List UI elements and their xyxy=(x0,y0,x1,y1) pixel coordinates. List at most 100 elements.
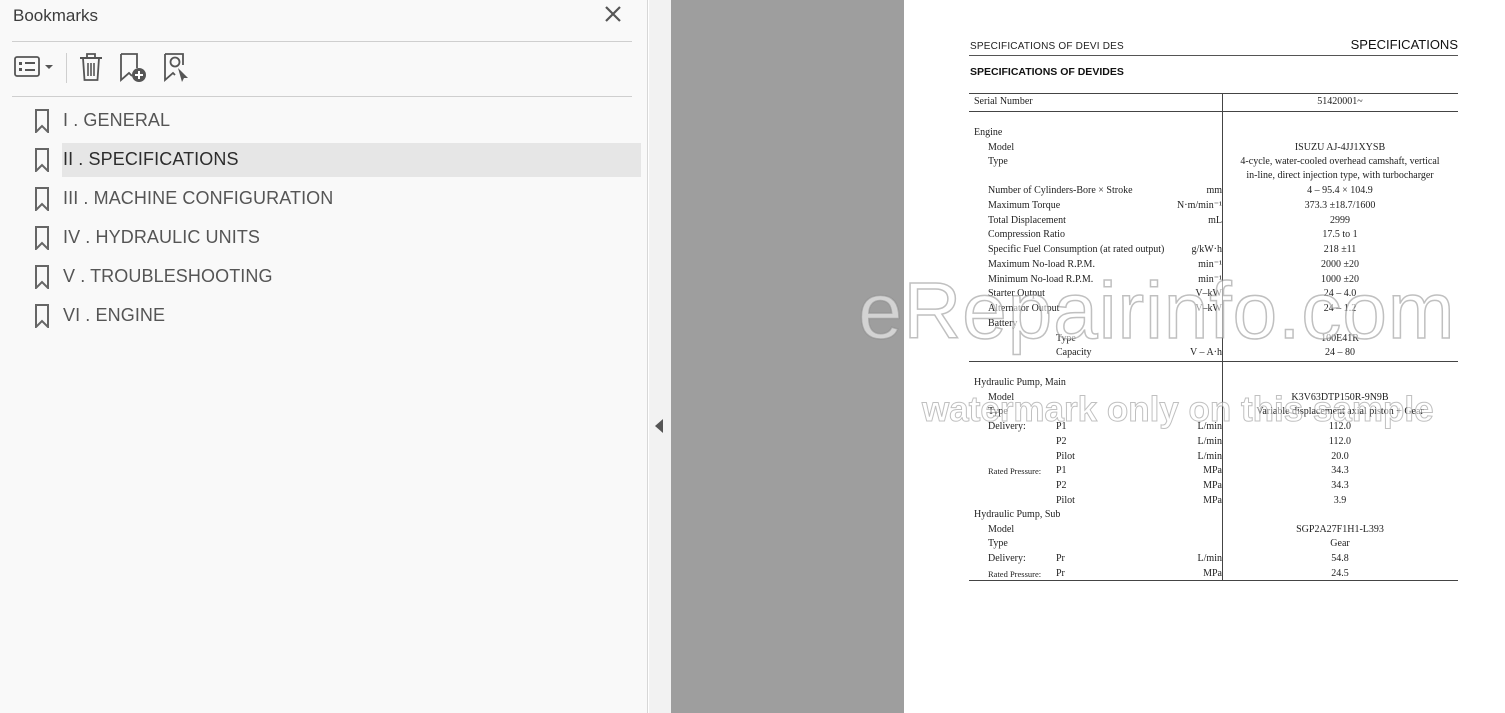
engine-type-value-2: in-line, direct injection type, with tur… xyxy=(1246,170,1434,181)
spec-label: Number of Cylinders-Bore × Stroke xyxy=(988,185,1133,196)
sub-pump-pressure-sub: Pr xyxy=(1056,568,1065,579)
spec-label: Specific Fuel Consumption (at rated outp… xyxy=(988,244,1165,255)
spec-unit: L/min xyxy=(1197,450,1222,462)
serial-value: 51420001~ xyxy=(1317,96,1363,107)
engine-spec-row: Maximum Torque N·m/min⁻¹ 373.3 ±18.7/1600 xyxy=(969,200,1458,214)
divider xyxy=(12,96,632,97)
bookmarks-panel: Bookmarks I . GENERAL II . SPECIFICATION… xyxy=(0,0,648,713)
find-current-bookmark-icon[interactable] xyxy=(161,51,193,83)
bookmark-icon xyxy=(34,187,50,216)
main-pump-pressure-row: P2 MPa 34.3 xyxy=(969,480,1458,494)
bookmark-icon xyxy=(34,109,50,138)
sub-pump-type-value: Gear xyxy=(1330,538,1350,549)
sub-pump-delivery-label: Delivery: xyxy=(988,553,1026,564)
main-pump-pressure-row: Pilot MPa 3.9 xyxy=(969,495,1458,509)
bookmark-icon xyxy=(34,148,50,177)
spec-value: 34.3 xyxy=(1331,465,1349,476)
serial-row: Serial Number 51420001~ xyxy=(969,96,1458,110)
bookmark-item[interactable]: I . GENERAL xyxy=(27,104,641,138)
options-menu-icon[interactable] xyxy=(12,51,56,83)
bookmark-label: I . GENERAL xyxy=(63,110,171,130)
bookmark-icon xyxy=(34,304,50,333)
spec-value: 112.0 xyxy=(1328,435,1352,447)
spec-unit: mL xyxy=(1208,214,1222,226)
engine-type-value-1: 4-cycle, water-cooled overhead camshaft,… xyxy=(1240,156,1440,167)
spec-unit: mm xyxy=(1206,185,1222,196)
running-header-left: SPECIFICATIONS OF DEVI DES xyxy=(970,41,1124,52)
spec-label: Maximum Torque xyxy=(988,199,1061,211)
engine-model-label: Model xyxy=(988,141,1015,153)
bookmark-label: IV . HYDRAULIC UNITS xyxy=(63,227,261,247)
sub-pump-title: Hydraulic Pump, Sub xyxy=(974,509,1061,520)
bookmark-label: II . SPECIFICATIONS xyxy=(63,149,239,169)
spec-unit: g/kW·h xyxy=(1191,244,1222,255)
spec-unit: L/min xyxy=(1197,435,1222,447)
bookmark-item[interactable]: V . TROUBLESHOOTING xyxy=(27,260,641,294)
spec-sub-label: Pilot xyxy=(1056,450,1075,462)
spec-value: 17.5 to 1 xyxy=(1322,229,1358,241)
engine-spec-row: Total Displacement mL 2999 xyxy=(969,215,1458,229)
main-pump-delivery-row: Pilot L/min 20.0 xyxy=(969,451,1458,465)
spec-value: 3.9 xyxy=(1333,494,1347,506)
bookmark-label: III . MACHINE CONFIGURATION xyxy=(63,188,334,208)
spec-value: 2999 xyxy=(1330,214,1350,226)
engine-spec-row: Number of Cylinders-Bore × Stroke mm 4 – 9… xyxy=(969,185,1458,199)
delete-bookmark-icon[interactable] xyxy=(76,51,106,83)
bookmark-icon xyxy=(34,265,50,294)
bookmark-item[interactable]: IV . HYDRAULIC UNITS xyxy=(27,221,641,255)
collapse-panel-icon[interactable] xyxy=(655,419,663,433)
spec-label: Compression Ratio xyxy=(988,229,1065,241)
spec-unit: MPa xyxy=(1203,465,1222,476)
panel-title: Bookmarks xyxy=(13,6,99,25)
spec-value: 218 ±11 xyxy=(1323,244,1357,255)
sub-pump-model-value: SGP2A27F1H1-L393 xyxy=(1296,523,1384,535)
sub-pump-model-label: Model xyxy=(988,523,1015,535)
toolbar-separator xyxy=(66,53,67,83)
spec-sub-label: Pilot xyxy=(1056,494,1075,506)
main-pump-pressure-row: P1 MPa 34.3 xyxy=(969,465,1458,479)
header-rule xyxy=(969,55,1458,56)
engine-title: Engine xyxy=(974,127,1003,138)
add-bookmark-icon[interactable] xyxy=(117,51,149,83)
sub-pump-type-label: Type xyxy=(988,538,1008,549)
spec-sub-label: P2 xyxy=(1056,479,1067,491)
panel-splitter[interactable] xyxy=(649,0,671,713)
sub-pump-pressure-unit: MPa xyxy=(1203,568,1222,579)
spec-sub-label: P2 xyxy=(1056,435,1067,447)
table-rule xyxy=(969,93,1458,94)
engine-model-value: ISUZU AJ-4JJ1XYSB xyxy=(1294,141,1386,153)
spec-value: 34.3 xyxy=(1331,479,1349,491)
bookmark-item[interactable]: II . SPECIFICATIONS xyxy=(35,143,641,177)
bookmark-label: VI . ENGINE xyxy=(63,305,166,325)
sub-pump-delivery-value: 54.8 xyxy=(1331,553,1349,564)
bookmark-item[interactable]: III . MACHINE CONFIGURATION xyxy=(27,182,641,216)
serial-label: Serial Number xyxy=(974,96,1033,107)
watermark-subtext: watermark only on this sample xyxy=(922,390,1435,430)
spec-unit: MPa xyxy=(1203,479,1222,491)
table-rule xyxy=(969,361,1458,362)
engine-type-label: Type xyxy=(988,156,1008,167)
table-rule xyxy=(969,111,1458,112)
sub-pump-pressure-value: 24.5 xyxy=(1331,568,1349,579)
spec-unit: MPa xyxy=(1203,494,1222,506)
spec-value: 20.0 xyxy=(1331,450,1349,462)
engine-spec-row: Compression Ratio 17.5 to 1 xyxy=(969,229,1458,243)
sub-pump-delivery-sub: Pr xyxy=(1056,553,1065,564)
sub-pump-pressure-label: Rated Pressure: xyxy=(988,569,1042,579)
engine-spec-row: Specific Fuel Consumption (at rated outp… xyxy=(969,244,1458,258)
spec-value: 373.3 ±18.7/1600 xyxy=(1304,199,1376,211)
section-heading: SPECIFICATIONS OF DEVIDES xyxy=(970,66,1124,78)
close-icon[interactable] xyxy=(602,3,624,25)
running-header-right: SPECIFICATIONS xyxy=(1350,37,1458,52)
bookmark-label: V . TROUBLESHOOTING xyxy=(63,266,273,286)
bookmark-item[interactable]: VI . ENGINE xyxy=(27,299,641,333)
bookmark-icon xyxy=(34,226,50,255)
main-pump-delivery-row: P2 L/min 112.0 xyxy=(969,436,1458,450)
spec-unit: N·m/min⁻¹ xyxy=(1177,199,1222,211)
spec-sub-label: P1 xyxy=(1056,465,1067,476)
watermark-text: eRepairinfo.com xyxy=(857,265,1456,356)
main-pump-title: Hydraulic Pump, Main xyxy=(974,377,1066,388)
spec-label: Total Displacement xyxy=(988,214,1066,226)
divider xyxy=(12,41,632,42)
spec-value: 4 – 95.4 × 104.9 xyxy=(1307,185,1373,196)
